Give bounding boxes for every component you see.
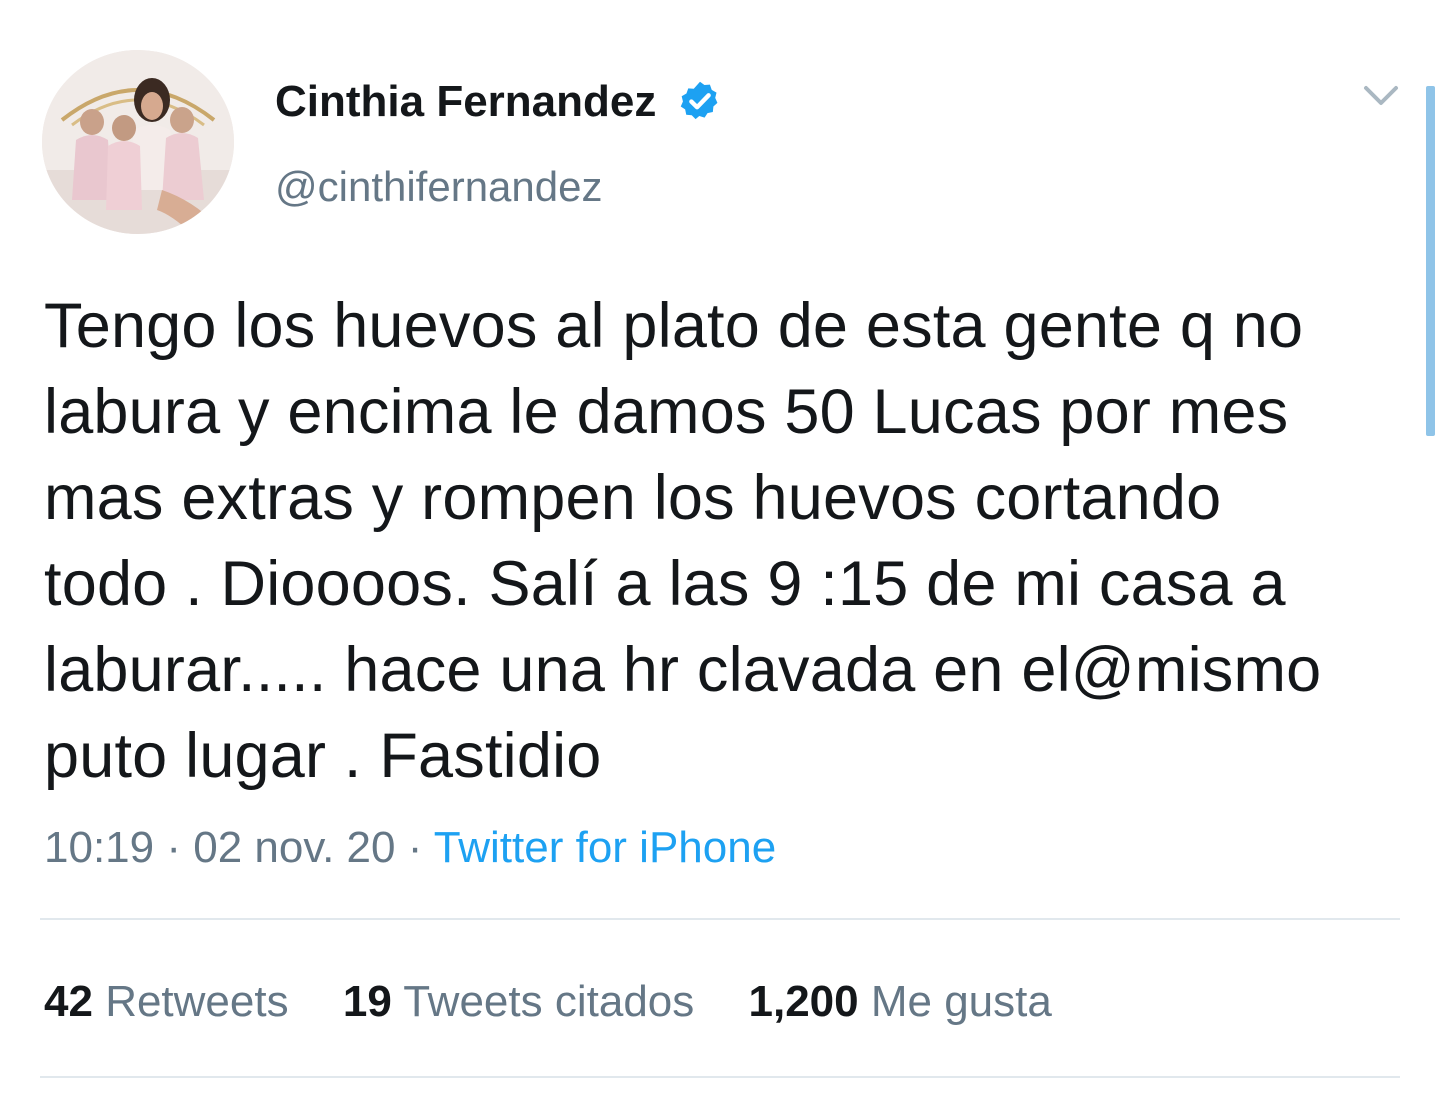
tweet-text-line: todo . Dioooos. Salí a las 9 :15 de mi c… bbox=[44, 549, 1286, 619]
user-display-name[interactable]: Cinthia Fernandez bbox=[275, 76, 656, 128]
tweet-date[interactable]: 02 nov. 20 bbox=[193, 823, 395, 872]
tweet-detail: Cinthia Fernandez @cinthifernandez Tengo… bbox=[0, 0, 1440, 1112]
user-handle[interactable]: @cinthifernandez bbox=[275, 162, 603, 212]
chevron-down-icon[interactable] bbox=[1362, 82, 1400, 110]
tweet-metadata: 10:19 · 02 nov. 20 · Twitter for iPhone bbox=[44, 822, 776, 874]
quote-tweets-label: Tweets citados bbox=[403, 977, 695, 1026]
quote-tweets-count: 19 bbox=[342, 977, 392, 1026]
tweet-text-line: laburar..... hace una hr clavada en el@m… bbox=[44, 635, 1322, 705]
meta-separator: · bbox=[407, 823, 423, 872]
divider bbox=[40, 1076, 1400, 1078]
tweet-text-line: Tengo los huevos al plato de esta gente … bbox=[44, 291, 1304, 361]
verified-badge-icon bbox=[680, 81, 718, 120]
likes-label: Me gusta bbox=[870, 977, 1052, 1026]
retweets-stat[interactable]: 42 Retweets bbox=[44, 975, 289, 1029]
tweet-source-link[interactable]: Twitter for iPhone bbox=[434, 823, 776, 872]
tweet-text-line: labura y encima le damos 50 Lucas por me… bbox=[44, 377, 1289, 447]
tweet-text-line: puto lugar . Fastidio bbox=[44, 721, 602, 791]
tweet-stats: 42 Retweets 19 Tweets citados 1,200 Me g… bbox=[44, 975, 1094, 1029]
tweet-text-line: mas extras y rompen los huevos cortando bbox=[44, 463, 1222, 533]
retweets-label: Retweets bbox=[105, 977, 289, 1026]
tweet-text: Tengo los huevos al plato de esta gente … bbox=[44, 283, 1414, 799]
likes-count: 1,200 bbox=[748, 977, 859, 1026]
tweet-time[interactable]: 10:19 bbox=[44, 823, 154, 872]
retweets-count: 42 bbox=[44, 977, 93, 1026]
meta-separator: · bbox=[166, 823, 181, 872]
avatar-photo bbox=[42, 50, 234, 234]
quote-tweets-stat[interactable]: 19 Tweets citados bbox=[343, 975, 694, 1029]
scrollbar[interactable] bbox=[1426, 86, 1435, 436]
divider bbox=[40, 918, 1400, 920]
avatar[interactable] bbox=[42, 50, 234, 234]
likes-stat[interactable]: 1,200 Me gusta bbox=[749, 975, 1052, 1029]
